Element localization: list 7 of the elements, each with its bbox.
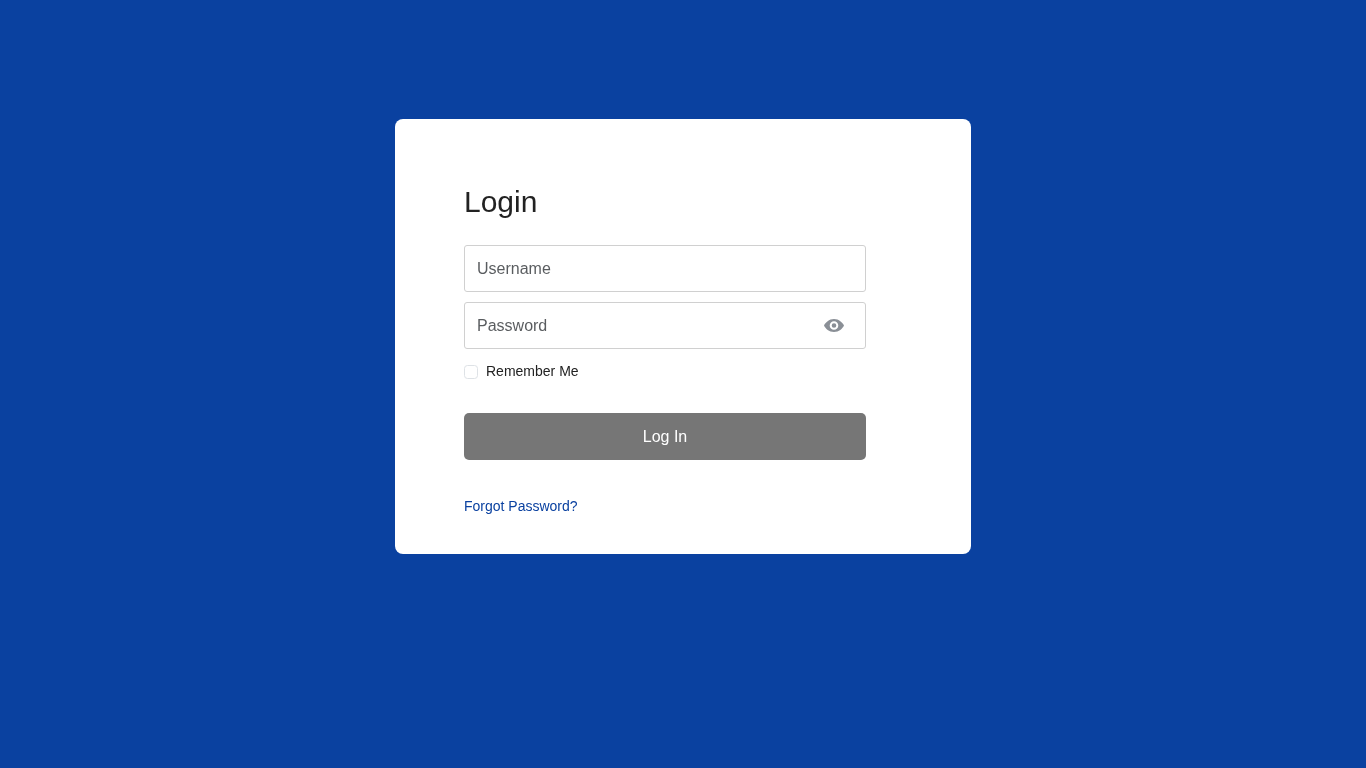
remember-checkbox[interactable] bbox=[464, 364, 478, 379]
remember-label: Remember Me bbox=[486, 362, 579, 381]
eye-icon[interactable] bbox=[824, 319, 844, 332]
forgot-password-link[interactable]: Forgot Password? bbox=[464, 496, 578, 517]
login-title: Login bbox=[464, 184, 539, 220]
username-field[interactable]: Username bbox=[464, 245, 866, 292]
password-field[interactable]: Password bbox=[464, 302, 866, 349]
